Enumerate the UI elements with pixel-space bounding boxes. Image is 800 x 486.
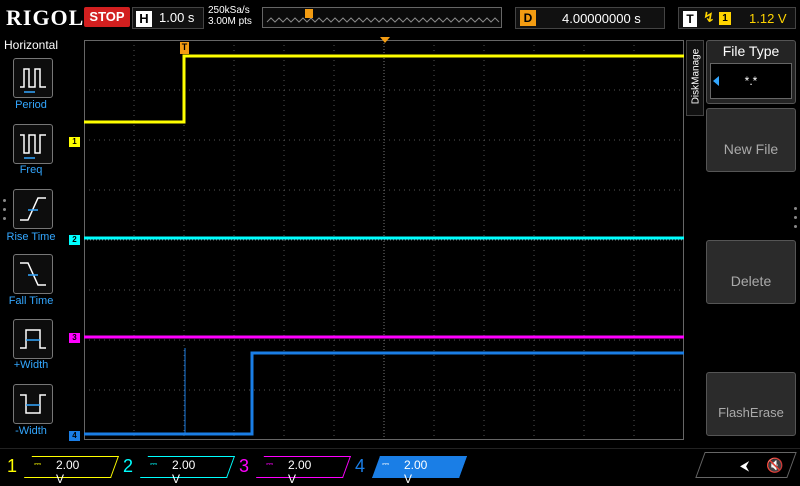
usb-icon: ⮜ [740, 458, 750, 473]
waveform-grid[interactable] [84, 40, 684, 440]
trigger-source: 1 [719, 12, 731, 25]
file-type-button[interactable]: File Type *.* [706, 40, 796, 104]
file-type-value-box: *.* [710, 63, 792, 99]
delete-button[interactable]: Delete [706, 240, 796, 304]
trigger-level: 1.12 V [749, 11, 787, 26]
center-position-marker [380, 37, 390, 43]
ch2-scale: 2.00 V [172, 458, 196, 486]
horizontal-label: H [136, 11, 152, 27]
new-file-label: New File [723, 141, 779, 157]
dc-coupling-icon: ⎓ [382, 459, 390, 469]
delay-label: D [520, 10, 536, 26]
trigger-label: T [683, 11, 697, 27]
delete-label: Delete [730, 273, 772, 289]
period-label: Period [15, 99, 47, 111]
ch2-offset-marker[interactable]: 2 [69, 235, 80, 245]
fall-time-icon [20, 262, 46, 286]
memory-overview-waveform [266, 9, 500, 23]
delay-value: 4.00000000 s [562, 11, 641, 26]
ch4-number: 4 [354, 456, 365, 476]
ch1-offset-marker[interactable]: 1 [69, 137, 80, 147]
run-stop-indicator[interactable]: STOP [84, 7, 130, 27]
delay-box[interactable]: D 4.00000000 s [515, 7, 665, 29]
dc-coupling-icon: ⎓ [34, 459, 42, 469]
memory-trigger-marker [305, 9, 313, 18]
trigger-position-marker[interactable]: T [180, 42, 189, 54]
positive-width-button[interactable] [13, 319, 53, 359]
ch3-offset-marker[interactable]: 3 [69, 333, 80, 343]
ch1-scale: 2.00 V [56, 458, 80, 486]
ch4-offset-marker[interactable]: 4 [69, 431, 80, 441]
dc-coupling-icon: ⎓ [266, 459, 274, 469]
left-panel-scroll-dots [3, 199, 7, 226]
rising-edge-icon: ↯ [703, 9, 715, 25]
file-type-title: File Type [722, 43, 780, 59]
fall-time-button[interactable] [13, 254, 53, 294]
sample-rate: 250kSa/s [208, 5, 250, 16]
rise-time-button[interactable] [13, 189, 53, 229]
ch3-scale: 2.00 V [288, 458, 312, 486]
negative-width-label: -Width [15, 425, 47, 437]
flash-erase-label: FlashErase [718, 405, 784, 420]
dc-coupling-icon: ⎓ [150, 459, 158, 469]
memory-depth: 3.00M pts [208, 16, 252, 27]
freq-label: Freq [19, 164, 43, 176]
measure-menu-title: Horizontal [3, 38, 59, 52]
negative-width-button[interactable] [13, 384, 53, 424]
ch3-number: 3 [238, 456, 249, 476]
new-file-button[interactable]: New File [706, 108, 796, 172]
flash-erase-button[interactable]: FlashErase [706, 372, 796, 436]
fall-time-label: Fall Time [8, 295, 54, 307]
positive-width-icon [20, 329, 46, 349]
ch2-number: 2 [122, 456, 133, 476]
rise-time-label: Rise Time [6, 231, 56, 243]
timebase-box[interactable]: H 1.00 s [132, 7, 204, 29]
timebase-value: 1.00 s [159, 10, 195, 25]
speaker-muted-icon[interactable]: 🔇 [766, 457, 783, 474]
negative-width-icon [20, 394, 46, 414]
period-icon [20, 68, 46, 93]
brand-logo: RIGOL [6, 5, 85, 30]
file-type-value: *.* [744, 74, 758, 88]
frequency-icon [20, 134, 46, 159]
right-panel-scroll-dots [794, 207, 798, 234]
trigger-box[interactable]: T ↯ 1 1.12 V [678, 7, 796, 29]
rise-time-icon [20, 197, 46, 221]
acquisition-info: 250kSa/s 3.00M pts [208, 5, 252, 27]
period-button[interactable] [13, 58, 53, 98]
ch4-scale: 2.00 V [404, 458, 428, 486]
freq-button[interactable] [13, 124, 53, 164]
disk-manage-tab[interactable]: DiskManage [686, 40, 704, 116]
ch1-number: 1 [6, 456, 17, 476]
memory-overview[interactable] [262, 7, 502, 28]
disk-manage-tab-label: DiskManage [690, 48, 702, 105]
positive-width-label: +Width [13, 359, 49, 371]
